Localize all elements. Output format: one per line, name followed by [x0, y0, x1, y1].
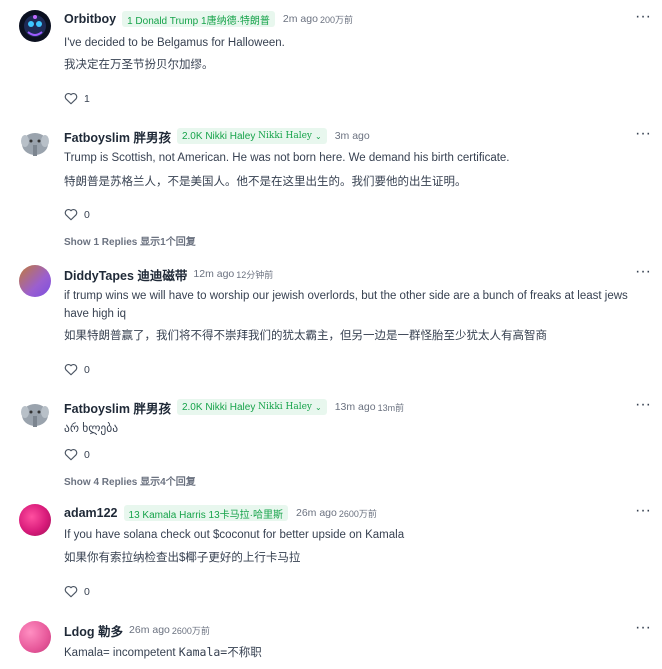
- avatar[interactable]: [19, 621, 51, 653]
- position-badge: 2.0K Nikki Haley Nikki Haley ⌄: [176, 128, 327, 144]
- more-options-icon[interactable]: ···: [635, 126, 651, 142]
- comment-translation: 特朗普是苏格兰人，不是美国人。他不是在这里出生的。我们要他的出生证明。: [64, 176, 467, 188]
- like-button[interactable]: 0: [64, 363, 90, 376]
- comment-text-translation: Kamala=不称职: [178, 645, 262, 659]
- comment-text: if trump wins we will have to worship ou…: [64, 290, 628, 320]
- heart-icon: [64, 448, 78, 461]
- heart-icon: [64, 208, 78, 221]
- like-button[interactable]: 0: [64, 448, 90, 461]
- avatar[interactable]: [19, 265, 51, 297]
- timestamp: 13m ago: [334, 401, 376, 413]
- chevron-down-icon: ⌄: [315, 131, 322, 141]
- timestamp-translation: 2600万前: [171, 625, 210, 636]
- comment-translation: 如果你有索拉纳检查出$椰子更好的上行卡马拉: [64, 552, 301, 564]
- like-count: 0: [84, 363, 90, 376]
- show-replies-button[interactable]: Show 1 Replies 显示1个回复: [64, 233, 196, 248]
- username[interactable]: Fatboyslim 胖男孩: [64, 127, 171, 146]
- like-count: 0: [84, 208, 90, 221]
- timestamp-translation: 2600万前: [338, 508, 377, 519]
- position-badge: 2.0K Nikki Haley Nikki Haley ⌄: [176, 399, 327, 415]
- badge-label: 2.0K Nikki Haley: [181, 401, 256, 413]
- username[interactable]: Ldog 勒多: [64, 621, 123, 640]
- position-badge: 13 Kamala Harris 13卡马拉·哈里斯: [123, 505, 288, 521]
- heart-icon: [64, 363, 78, 376]
- username[interactable]: DiddyTapes 迪迪磁带: [64, 265, 187, 284]
- timestamp: 26m ago: [296, 507, 337, 519]
- comment-text-original: Kamala= incompetent: [64, 647, 176, 659]
- comment-text: არ ხლება: [64, 423, 119, 435]
- like-count: 0: [84, 448, 90, 461]
- comment-header: Fatboyslim 胖男孩 2.0K Nikki Haley Nikki Ha…: [64, 126, 370, 146]
- more-options-icon[interactable]: ···: [635, 503, 651, 519]
- timestamp: 3m ago: [334, 130, 370, 142]
- more-options-icon[interactable]: ···: [635, 9, 651, 25]
- username[interactable]: Orbitboy: [64, 12, 116, 26]
- avatar[interactable]: [19, 504, 51, 536]
- timestamp-translation: 200万前: [319, 14, 353, 25]
- comment-text: Trump is Scottish, not American. He was …: [64, 152, 510, 164]
- more-options-icon[interactable]: ···: [635, 620, 651, 636]
- comment-text: Kamala= incompetent Kamala=不称职: [64, 643, 649, 662]
- comment-header: DiddyTapes 迪迪磁带 12m ago 12分钟前: [64, 264, 273, 284]
- username[interactable]: Fatboyslim 胖男孩: [64, 398, 171, 417]
- badge-label-translation: Nikki Haley: [258, 131, 313, 141]
- like-count: 1: [84, 92, 90, 105]
- timestamp: 26m ago: [129, 624, 170, 636]
- like-button[interactable]: 0: [64, 208, 90, 221]
- comment-header: Fatboyslim 胖男孩 2.0K Nikki Haley Nikki Ha…: [64, 397, 404, 417]
- heart-icon: [64, 585, 78, 598]
- timestamp-translation: 12分钟前: [236, 269, 274, 280]
- comment-header: Orbitboy 1 Donald Trump 1唐纳德·特朗普 2m ago …: [64, 9, 353, 29]
- chevron-down-icon: ⌄: [315, 402, 322, 412]
- position-badge: 1 Donald Trump 1唐纳德·特朗普: [122, 11, 275, 27]
- badge-label: 2.0K Nikki Haley: [181, 130, 256, 142]
- comment-translation: 如果特朗普赢了，我们将不得不崇拜我们的犹太霸主，但另一边是一群怪胎至少犹太人有高…: [64, 330, 547, 342]
- comment-translation: 我决定在万圣节扮贝尔加缪。: [64, 59, 214, 71]
- like-button[interactable]: 0: [64, 585, 90, 598]
- show-replies-button[interactable]: Show 4 Replies 显示4个回复: [64, 473, 196, 488]
- timestamp: 12m ago: [193, 268, 235, 280]
- avatar[interactable]: [19, 10, 51, 42]
- heart-icon: [64, 92, 78, 105]
- like-count: 0: [84, 585, 90, 598]
- username[interactable]: adam122: [64, 506, 118, 520]
- timestamp-translation: 13m前: [377, 402, 405, 413]
- avatar[interactable]: [19, 398, 51, 430]
- comment-text: If you have solana check out $coconut fo…: [64, 529, 405, 541]
- comment-text: I've decided to be Belgamus for Hallowee…: [64, 37, 285, 49]
- more-options-icon[interactable]: ···: [635, 397, 651, 413]
- timestamp: 2m ago: [282, 13, 318, 25]
- more-options-icon[interactable]: ···: [635, 264, 651, 280]
- badge-label-translation: Nikki Haley: [258, 402, 313, 412]
- like-button[interactable]: 1: [64, 92, 90, 105]
- comment-header: Ldog 勒多 26m ago 2600万前: [64, 620, 210, 640]
- comment-header: adam122 13 Kamala Harris 13卡马拉·哈里斯 26m a…: [64, 503, 377, 523]
- avatar[interactable]: [19, 127, 51, 159]
